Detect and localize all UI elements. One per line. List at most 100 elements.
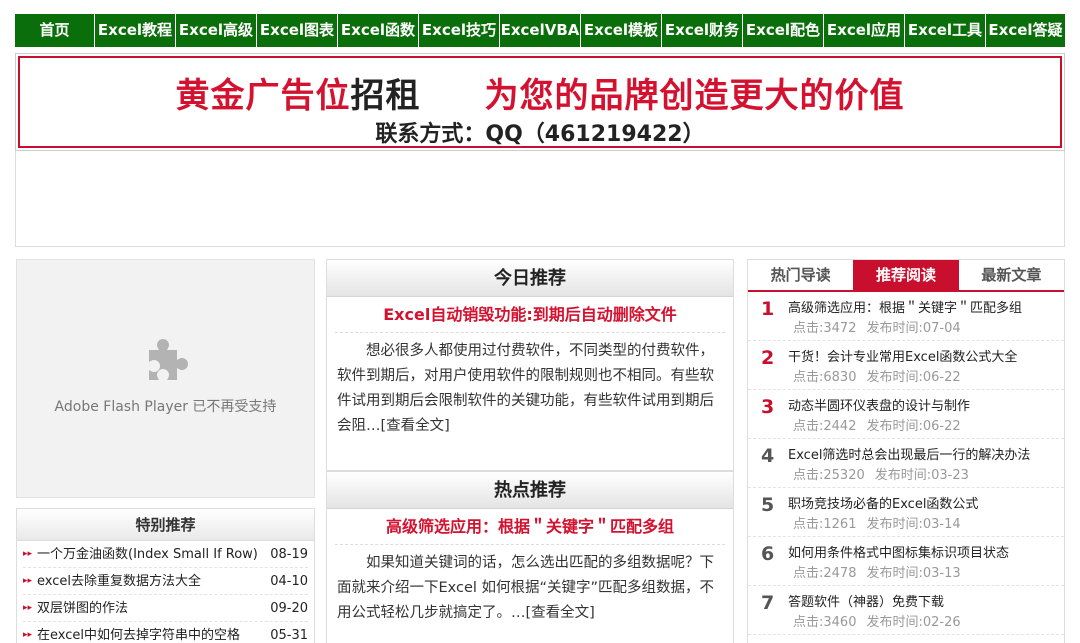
- rank-time-label: 发布时间:: [866, 566, 923, 581]
- double-arrow-right-icon: ▸▸: [23, 575, 33, 586]
- rank-number: 5: [761, 494, 775, 516]
- rank-time: 06-22: [922, 419, 961, 434]
- ad-headline-part-a: 黄金广告位: [175, 76, 351, 116]
- top-nav: 首页 Excel教程 Excel高级 Excel图表 Excel函数 Excel技巧 Exc…: [15, 14, 1065, 47]
- rank-item-meta: 点击:2478 发布时间:03-13: [793, 562, 961, 581]
- rank-item-meta: 点击:3460 发布时间:02-26: [793, 611, 961, 630]
- special-recommend-panel: 特别推荐 ▸▸ 一个万金油函数(Index Small If Row) 08-19 ▸…: [16, 508, 315, 643]
- list-item[interactable]: ▸▸ 双层饼图的作法 09-20: [23, 595, 308, 622]
- puzzle-piece-icon: [149, 339, 188, 380]
- rank-number: 2: [761, 347, 775, 369]
- hot-recommend-panel: 热点推荐 高级筛选应用：根据＂关键字＂匹配多组 如果知道关键词的话，怎么选出匹配…: [326, 471, 734, 643]
- today-article-title[interactable]: Excel自动销毁功能:到期后自动删除文件: [335, 297, 725, 333]
- rank-tab[interactable]: 热门导读: [748, 260, 853, 290]
- nav-item-home[interactable]: 首页: [15, 14, 95, 47]
- rank-item-meta: 点击:3472 发布时间:07-04: [793, 317, 961, 336]
- nav-item[interactable]: Excel工具: [905, 14, 986, 47]
- double-arrow-right-icon: ▸▸: [23, 602, 33, 613]
- article-rank-panel: 热门导读 推荐阅读 最新文章 1 高级筛选应用：根据＂关键字＂匹配多组 点击:3472 发…: [747, 259, 1065, 643]
- list-item-title[interactable]: 双层饼图的作法: [37, 595, 264, 622]
- rank-clicks-label: 点击:: [793, 517, 824, 532]
- nav-item[interactable]: Excel答疑: [986, 14, 1065, 47]
- rank-time: 06-22: [922, 370, 961, 385]
- list-item[interactable]: ▸▸ excel去除重复数据方法大全 04-10: [23, 568, 308, 595]
- rank-item[interactable]: 7 答题软件（神器）免费下载 点击:3460 发布时间:02-26: [748, 586, 1064, 635]
- rank-item-title[interactable]: 答题软件（神器）免费下载: [788, 591, 944, 610]
- nav-item[interactable]: Excel应用: [824, 14, 905, 47]
- today-recommend-header: 今日推荐: [327, 260, 733, 297]
- rank-clicks-label: 点击:: [793, 566, 824, 581]
- special-recommend-title: 特别推荐: [17, 509, 314, 541]
- rank-time-label: 发布时间:: [866, 370, 923, 385]
- nav-item[interactable]: Excel教程: [95, 14, 176, 47]
- rank-clicks-label: 点击:: [793, 615, 824, 630]
- list-item-title[interactable]: excel去除重复数据方法大全: [37, 568, 264, 595]
- rank-tab[interactable]: 最新文章: [959, 260, 1064, 290]
- rank-time: 03-14: [922, 517, 961, 532]
- ad-placeholder-box: [15, 151, 1065, 247]
- rank-item-title[interactable]: 干货！会计专业常用Excel函数公式大全: [788, 346, 1017, 365]
- list-item-date: 05-31: [270, 627, 308, 643]
- rank-item-title[interactable]: 动态半圆环仪表盘的设计与制作: [788, 395, 970, 414]
- rank-time: 07-04: [922, 321, 961, 336]
- rank-clicks: 3472: [823, 321, 857, 336]
- list-item[interactable]: ▸▸ 在excel中如何去掉字符串中的空格 05-31: [23, 622, 308, 643]
- nav-item[interactable]: Excel高级: [176, 14, 257, 47]
- rank-clicks: 6830: [823, 370, 857, 385]
- rank-item-title[interactable]: 如何用条件格式中图标集标识项目状态: [788, 542, 1009, 561]
- ad-headline-part-c: 为您的品牌创造更大的价值: [484, 76, 905, 116]
- rank-item-meta: 点击:25320 发布时间:03-23: [793, 464, 969, 483]
- list-item-date: 04-10: [270, 573, 308, 589]
- list-item-date: 09-20: [270, 600, 308, 616]
- rank-number: 7: [761, 592, 775, 614]
- today-read-more-link[interactable]: [查看全文]: [381, 418, 450, 434]
- rank-number: 3: [761, 396, 775, 418]
- special-recommend-list: ▸▸ 一个万金油函数(Index Small If Row) 08-19 ▸▸ exce…: [17, 541, 314, 643]
- list-item-date: 08-19: [270, 546, 308, 562]
- nav-item[interactable]: Excel财务: [662, 14, 743, 47]
- rank-tabs: 热门导读 推荐阅读 最新文章: [748, 260, 1064, 292]
- ad-banner[interactable]: 黄金广告位招租 为您的品牌创造更大的价值 联系方式：QQ（461219422）: [15, 53, 1065, 151]
- rank-time-label: 发布时间:: [874, 468, 932, 483]
- double-arrow-right-icon: ▸▸: [23, 629, 33, 640]
- rank-item[interactable]: 2 干货！会计专业常用Excel函数公式大全点击:6830 发布时间:06-22: [748, 341, 1064, 390]
- nav-item[interactable]: Excel函数: [338, 14, 419, 47]
- rank-item[interactable]: 4 Excel筛选时总会出现最后一行的解决办法 点击:25320 发布时间:03-23: [748, 439, 1064, 488]
- rank-item-meta: 点击:1261 发布时间:03-14: [793, 513, 961, 532]
- list-item-title[interactable]: 在excel中如何去掉字符串中的空格: [37, 622, 264, 643]
- rank-list: 1 高级筛选应用：根据＂关键字＂匹配多组 点击:3472 发布时间:07-04 2 干货！…: [748, 292, 1064, 635]
- rank-item-title[interactable]: 高级筛选应用：根据＂关键字＂匹配多组: [788, 297, 1022, 316]
- flash-unsupported-text: Adobe Flash Player 已不再受支持: [54, 399, 277, 415]
- rank-item-title[interactable]: Excel筛选时总会出现最后一行的解决办法: [788, 444, 1030, 463]
- hot-article-title[interactable]: 高级筛选应用：根据＂关键字＂匹配多组: [335, 509, 725, 545]
- rank-clicks-label: 点击:: [793, 321, 824, 336]
- nav-item[interactable]: Excel图表: [257, 14, 338, 47]
- flash-placeholder[interactable]: Adobe Flash Player 已不再受支持: [16, 259, 315, 498]
- today-article-summary: 想必很多人都使用过付费软件，不同类型的付费软件，软件到期后，对用户使用软件的限制…: [327, 333, 733, 439]
- rank-clicks-label: 点击:: [793, 419, 824, 434]
- rank-time: 03-13: [922, 566, 961, 581]
- list-item-title[interactable]: 一个万金油函数(Index Small If Row): [37, 541, 264, 568]
- rank-item-meta: 点击:2442 发布时间:06-22: [793, 415, 961, 434]
- rank-clicks-label: 点击:: [793, 370, 824, 385]
- rank-item[interactable]: 6 如何用条件格式中图标集标识项目状态 点击:2478 发布时间:03-13: [748, 537, 1064, 586]
- ad-headline-part-b: 招租: [350, 76, 421, 116]
- rank-tab[interactable]: 推荐阅读: [853, 260, 959, 290]
- nav-item[interactable]: Excel技巧: [419, 14, 500, 47]
- rank-number: 4: [761, 445, 775, 467]
- rank-item-meta: 点击:6830 发布时间:06-22: [793, 366, 961, 385]
- list-item[interactable]: ▸▸ 一个万金油函数(Index Small If Row) 08-19: [23, 541, 308, 568]
- rank-item[interactable]: 5 职场竞技场必备的Excel函数公式 点击:1261 发布时间:03-14: [748, 488, 1064, 537]
- hot-read-more-link[interactable]: [查看全文]: [526, 605, 595, 621]
- rank-time-label: 发布时间:: [866, 419, 923, 434]
- hot-article-summary: 如果知道关键词的话，怎么选出匹配的多组数据呢？下面就来介绍一下Excel 如何根…: [327, 545, 733, 626]
- rank-item[interactable]: 1 高级筛选应用：根据＂关键字＂匹配多组 点击:3472 发布时间:07-04: [748, 292, 1064, 341]
- nav-item[interactable]: Excel配色: [743, 14, 824, 47]
- rank-time-label: 发布时间:: [866, 615, 923, 630]
- rank-clicks: 25320: [823, 468, 865, 483]
- nav-item[interactable]: ExcelVBA: [500, 14, 581, 47]
- rank-item-title[interactable]: 职场竞技场必备的Excel函数公式: [788, 493, 978, 512]
- rank-clicks: 2478: [823, 566, 857, 581]
- rank-item[interactable]: 3 动态半圆环仪表盘的设计与制作 点击:2442 发布时间:06-22: [748, 390, 1064, 439]
- nav-item[interactable]: Excel模板: [581, 14, 662, 47]
